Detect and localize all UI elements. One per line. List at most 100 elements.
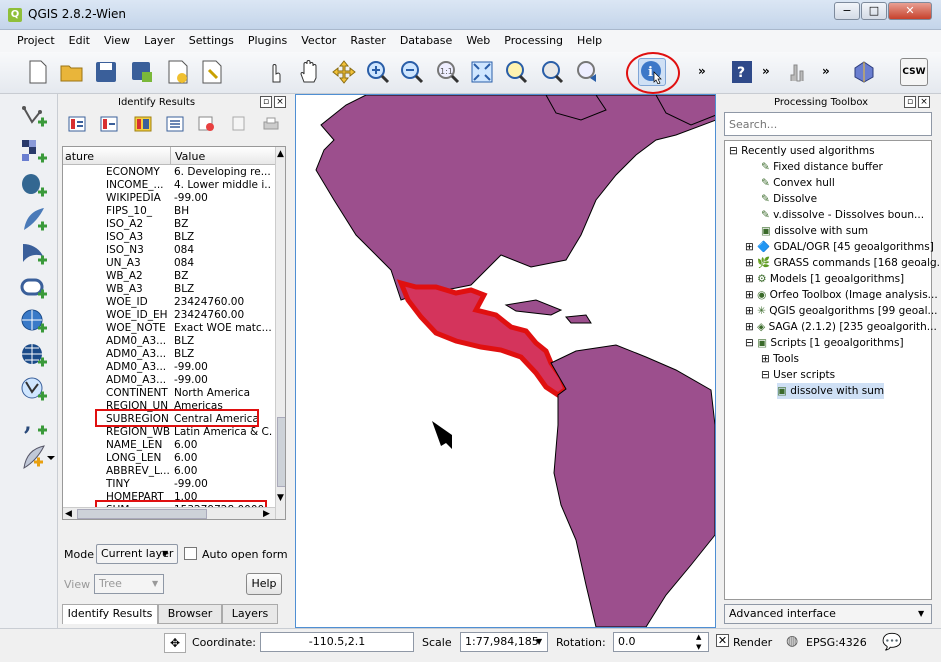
scroll-right-icon[interactable]: ▶ [263, 509, 270, 519]
zoom-in-icon[interactable] [364, 58, 392, 86]
toolbar-overflow-chevron-icon[interactable]: » [822, 64, 830, 78]
table-row[interactable]: TINY -99.00 [63, 478, 273, 491]
rotation-spinbox[interactable]: 0.0 [613, 632, 709, 652]
tree-item[interactable]: ⊞ 🔷 GDAL/OGR [45 geoalgorithms] [745, 239, 934, 255]
scroll-down-icon[interactable]: ▼ [277, 493, 284, 503]
toolbar-overflow-chevron-icon[interactable]: » [698, 64, 706, 78]
chevron-down-icon[interactable]: ▼ [152, 579, 158, 588]
tree-item[interactable]: ✎ Fixed distance buffer [761, 159, 883, 175]
menu-processing[interactable]: Processing [497, 30, 570, 52]
expand-icon[interactable]: ⊞ [761, 353, 773, 365]
table-row[interactable]: ADM0_A3... -99.00 [63, 374, 273, 387]
vertical-scrollbar[interactable]: ▲ ▼ [275, 147, 285, 519]
menu-settings[interactable]: Settings [182, 30, 241, 52]
minimize-button[interactable]: − [834, 2, 860, 20]
feature-column-header[interactable]: ature [65, 150, 94, 163]
interface-mode-dropdown[interactable]: Advanced interface [724, 604, 932, 624]
scroll-left-icon[interactable]: ◀ [65, 509, 72, 519]
raster-histogram-icon[interactable] [786, 58, 814, 86]
copy-icon[interactable] [230, 116, 248, 132]
expand-icon[interactable]: ⊞ [745, 305, 757, 317]
table-row[interactable]: NAME_LEN 6.00 [63, 439, 273, 452]
table-row[interactable]: FIPS_10_ BH [63, 205, 273, 218]
table-row[interactable]: ISO_A2 BZ [63, 218, 273, 231]
scroll-thumb[interactable] [277, 417, 285, 487]
tree-item[interactable]: ▣ dissolve with sum [761, 223, 868, 239]
coordinate-field[interactable]: -110.5,2.1 [260, 632, 414, 652]
zoom-to-selection-icon[interactable] [502, 58, 530, 86]
touch-zoom-icon[interactable] [262, 58, 290, 86]
table-row[interactable]: REGION_WB Latin America & C... [63, 426, 273, 439]
menu-plugins[interactable]: Plugins [241, 30, 294, 52]
table-row[interactable]: ADM0_A3... BLZ [63, 348, 273, 361]
add-postgis-layer-icon[interactable] [20, 172, 48, 200]
table-row[interactable]: WOE_NOTE Exact WOE matc... [63, 322, 273, 335]
tab-layers[interactable]: Layers [222, 604, 278, 624]
map-canvas[interactable] [295, 94, 717, 628]
render-checkbox[interactable]: ✕ [716, 634, 729, 647]
menu-project[interactable]: Project [10, 30, 62, 52]
save-project-icon[interactable] [92, 58, 120, 86]
tree-item[interactable]: ✎ v.dissolve - Dissolves boun... [761, 207, 924, 223]
value-column-header[interactable]: Value [175, 150, 205, 163]
add-wcs-layer-icon[interactable] [20, 342, 48, 370]
tree-item[interactable]: ⊞ ◈ SAGA (2.1.2) [235 geoalgorith... [745, 319, 937, 335]
menu-raster[interactable]: Raster [343, 30, 392, 52]
menu-help[interactable]: Help [570, 30, 609, 52]
close-panel-icon[interactable]: × [918, 96, 930, 108]
add-vector-layer-icon[interactable] [20, 104, 48, 132]
pan-map-icon[interactable] [296, 58, 324, 86]
zoom-full-icon[interactable] [468, 58, 496, 86]
chevron-down-icon[interactable]: ▼ [162, 549, 168, 558]
tree-item[interactable]: ⊟ Recently used algorithms [729, 143, 875, 159]
tree-item[interactable]: ⊞ ⚙ Models [1 geoalgorithms] [745, 271, 904, 287]
expand-icon[interactable]: ⊞ [745, 289, 757, 301]
zoom-to-layer-icon[interactable] [538, 58, 566, 86]
table-row[interactable]: LONG_LEN 6.00 [63, 452, 273, 465]
menu-web[interactable]: Web [459, 30, 497, 52]
scroll-thumb[interactable] [77, 509, 207, 519]
composer-manager-icon[interactable] [198, 58, 226, 86]
table-row[interactable]: ISO_A3 BLZ [63, 231, 273, 244]
table-row[interactable]: ISO_N3 084 [63, 244, 273, 257]
plugin-icon[interactable] [850, 58, 878, 86]
tree-item[interactable]: ⊞ ◉ Orfeo Toolbox (Image analysis... [745, 287, 938, 303]
crs-globe-icon[interactable]: ◍ [786, 633, 798, 649]
menu-view[interactable]: View [97, 30, 137, 52]
tree-item[interactable]: ✎ Dissolve [761, 191, 817, 207]
new-project-icon[interactable] [24, 58, 52, 86]
collapse-icon[interactable]: ⊟ [761, 369, 773, 381]
add-oracle-layer-icon[interactable] [20, 274, 48, 302]
scale-combobox[interactable]: 1:77,984,185 [460, 632, 548, 652]
table-row[interactable]: CONTINENT North America [63, 387, 273, 400]
toolbar-overflow-chevron-icon[interactable]: » [762, 64, 770, 78]
zoom-native-icon[interactable]: 1:1 [434, 58, 462, 86]
expand-icon[interactable]: ⊞ [745, 257, 757, 269]
table-row[interactable]: WB_A3 BLZ [63, 283, 273, 296]
menu-vector[interactable]: Vector [294, 30, 343, 52]
spin-arrows-icon[interactable]: ▲ ▼ [696, 632, 701, 652]
table-row[interactable]: WOE_ID 23424760.00 [63, 296, 273, 309]
add-spatialite-layer-icon[interactable] [20, 206, 48, 234]
zoom-out-icon[interactable] [398, 58, 426, 86]
save-as-icon[interactable] [128, 58, 156, 86]
expand-icon[interactable]: ⊞ [745, 241, 757, 253]
help-contents-icon[interactable]: ? [728, 58, 756, 86]
chevron-down-icon[interactable]: ▼ [536, 637, 542, 646]
new-shapefile-layer-icon[interactable] [20, 444, 56, 472]
table-row[interactable]: ECONOMY 6. Developing re... [63, 166, 273, 179]
auto-open-form-checkbox[interactable] [184, 547, 197, 560]
tree-item[interactable]: ⊟ ▣ Scripts [1 geoalgorithms] [745, 335, 904, 351]
copy-feature-icon[interactable] [198, 116, 216, 132]
add-wms-layer-icon[interactable] [20, 308, 48, 336]
print-icon[interactable] [262, 116, 280, 132]
table-row[interactable]: ADM0_A3... BLZ [63, 335, 273, 348]
menu-layer[interactable]: Layer [137, 30, 182, 52]
collapse-tree-icon[interactable] [100, 116, 118, 132]
add-wfs-layer-icon[interactable] [20, 376, 48, 404]
collapse-icon[interactable]: ⊟ [729, 145, 741, 157]
help-button[interactable]: Help [246, 573, 282, 595]
new-print-composer-icon[interactable] [164, 58, 192, 86]
csw-client-icon[interactable]: CSW [900, 58, 928, 86]
scroll-up-icon[interactable]: ▲ [277, 149, 284, 159]
